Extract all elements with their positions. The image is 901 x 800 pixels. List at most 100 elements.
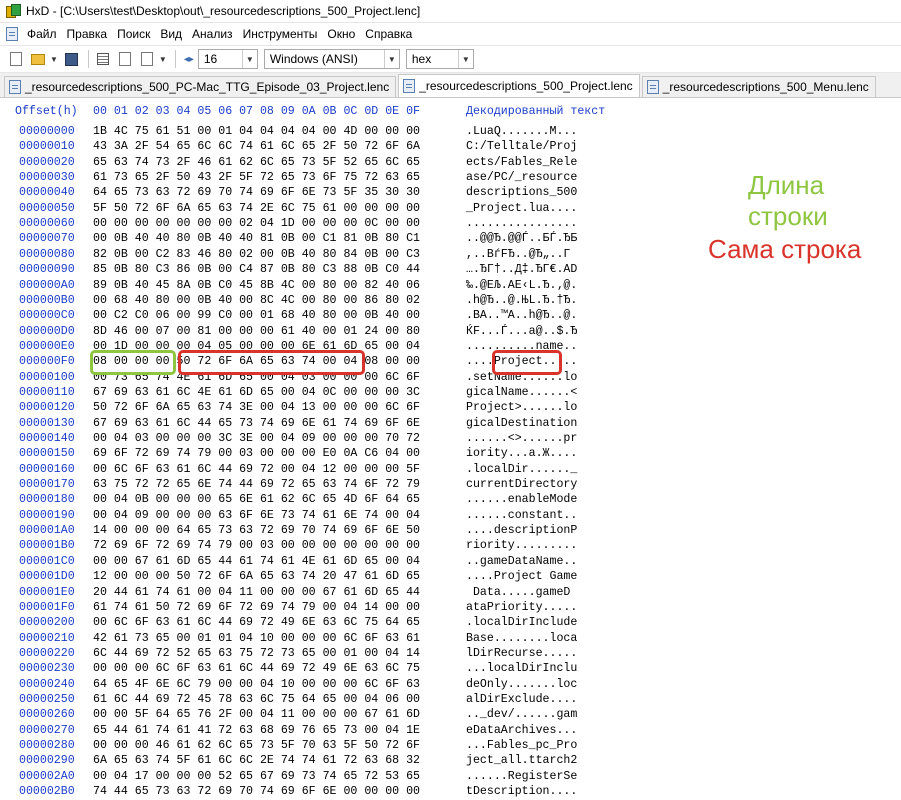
row-hex-bytes[interactable]: 82 0B 00 C2 83 46 80 02 00 0B 40 80 84 0… <box>93 247 420 262</box>
row-decoded-text[interactable]: .LuaQ.......M... <box>466 124 577 139</box>
row-decoded-text[interactable]: ,..BѓFЂ..@Ђ„..Г <box>466 247 570 262</box>
properties-button[interactable] <box>137 49 157 69</box>
row-hex-bytes[interactable]: 42 61 73 65 00 01 01 04 10 00 00 00 6C 6… <box>93 631 420 646</box>
chevron-down-icon[interactable]: ▼ <box>383 50 399 68</box>
row-decoded-text[interactable]: eDataArchives... <box>466 723 577 738</box>
row-decoded-text[interactable]: ects/Fables_Rele <box>466 155 577 170</box>
row-hex-bytes[interactable]: 5F 50 72 6F 6A 65 63 74 2E 6C 75 61 00 0… <box>93 201 420 216</box>
row-hex-bytes[interactable]: 14 00 00 00 64 65 73 63 72 69 70 74 69 6… <box>93 523 420 538</box>
row-hex-bytes[interactable]: 00 00 5F 64 65 76 2F 00 04 11 00 00 00 6… <box>93 707 420 722</box>
tab-project[interactable]: _resourcedescriptions_500_Project.lenc <box>398 74 640 97</box>
row-decoded-text[interactable]: gicalName......< <box>466 385 577 400</box>
row-decoded-text[interactable]: ......RegisterSe <box>466 769 577 784</box>
row-hex-bytes[interactable]: 67 69 63 61 6C 4E 61 6D 65 00 04 0C 00 0… <box>93 385 420 400</box>
row-decoded-text[interactable]: ....Project Game <box>466 569 577 584</box>
row-decoded-text[interactable]: ......constant.. <box>466 508 577 523</box>
row-hex-bytes[interactable]: 64 65 4F 6E 6C 79 00 00 04 10 00 00 00 6… <box>93 677 420 692</box>
row-hex-bytes[interactable]: 85 0B 80 C3 86 0B 00 C4 87 0B 80 C3 88 0… <box>93 262 420 277</box>
menu-search[interactable]: Поиск <box>112 24 155 44</box>
menu-analysis[interactable]: Анализ <box>187 24 238 44</box>
row-decoded-text[interactable]: Data.....gameD <box>466 585 570 600</box>
row-hex-bytes[interactable]: 69 6F 72 69 74 79 00 03 00 00 00 E0 0A C… <box>93 446 420 461</box>
row-hex-bytes[interactable]: 00 6C 6F 63 61 6C 44 69 72 00 04 12 00 0… <box>93 462 420 477</box>
row-decoded-text[interactable]: alDirExclude.... <box>466 692 577 707</box>
row-decoded-text[interactable]: ase/PC/_resource <box>466 170 577 185</box>
row-hex-bytes[interactable]: 12 00 00 00 50 72 6F 6A 65 63 74 20 47 6… <box>93 569 420 584</box>
row-decoded-text[interactable]: ЌF...Ѓ...a@..$.Ђ <box>466 324 577 339</box>
row-hex-bytes[interactable]: 61 73 65 2F 50 43 2F 5F 72 65 73 6F 75 7… <box>93 170 420 185</box>
row-hex-bytes[interactable]: 65 63 74 73 2F 46 61 62 6C 65 73 5F 52 6… <box>93 155 420 170</box>
row-decoded-text[interactable]: ......<>......pr <box>466 431 577 446</box>
row-hex-bytes[interactable]: 20 44 61 74 61 00 04 11 00 00 00 67 61 6… <box>93 585 420 600</box>
row-hex-bytes[interactable]: 43 3A 2F 54 65 6C 6C 74 61 6C 65 2F 50 7… <box>93 139 420 154</box>
row-hex-bytes[interactable]: 72 69 6F 72 69 74 79 00 03 00 00 00 00 0… <box>93 538 420 553</box>
row-hex-bytes[interactable]: 00 00 00 00 00 00 00 02 04 1D 00 00 00 0… <box>93 216 420 231</box>
row-hex-bytes[interactable]: 00 C2 C0 06 00 99 C0 00 01 68 40 80 00 0… <box>93 308 420 323</box>
row-decoded-text[interactable]: .BA..™A..h@Ђ..@. <box>466 308 577 323</box>
row-decoded-text[interactable]: .localDirInclude <box>466 615 577 630</box>
row-hex-bytes[interactable]: 50 72 6F 6A 65 63 74 3E 00 04 13 00 00 0… <box>93 400 420 415</box>
row-decoded-text[interactable]: riority......... <box>466 538 577 553</box>
row-hex-bytes[interactable]: 00 04 17 00 00 00 52 65 67 69 73 74 65 7… <box>93 769 420 784</box>
print-button[interactable] <box>115 49 135 69</box>
new-file-button[interactable] <box>6 49 26 69</box>
row-decoded-text[interactable]: descriptions_500 <box>466 185 577 200</box>
row-decoded-text[interactable]: ….ЂГ†..Д‡.ЂГ€.АD <box>466 262 577 277</box>
row-hex-bytes[interactable]: 61 74 61 50 72 69 6F 72 69 74 79 00 04 1… <box>93 600 420 615</box>
row-decoded-text[interactable]: currentDirectory <box>466 477 577 492</box>
row-hex-bytes[interactable]: 00 00 00 46 61 62 6C 65 73 5F 70 63 5F 5… <box>93 738 420 753</box>
open-file-button[interactable] <box>28 49 48 69</box>
menu-tools[interactable]: Инструменты <box>238 24 323 44</box>
offset-base-select[interactable]: hex ▼ <box>405 49 474 69</box>
row-hex-bytes[interactable]: 63 75 72 72 65 6E 74 44 69 72 65 63 74 6… <box>93 477 420 492</box>
hex-editor[interactable]: Offset(h) 00 01 02 03 04 05 06 07 08 09 … <box>0 98 901 800</box>
row-decoded-text[interactable]: lDirRecurse..... <box>466 646 577 661</box>
row-decoded-text[interactable]: ataPriority..... <box>466 600 577 615</box>
tab-menu[interactable]: _resourcedescriptions_500_Menu.lenc <box>641 76 876 97</box>
row-hex-bytes[interactable]: 67 69 63 61 6C 44 65 73 74 69 6E 61 74 6… <box>93 416 420 431</box>
row-hex-bytes[interactable]: 00 04 0B 00 00 00 65 6E 61 62 6C 65 4D 6… <box>93 492 420 507</box>
row-decoded-text[interactable]: C:/Telltale/Proj <box>466 139 577 154</box>
row-decoded-text[interactable]: Project>......lo <box>466 400 577 415</box>
row-decoded-text[interactable]: ..gameDataName.. <box>466 554 577 569</box>
tab-episode-03-project[interactable]: _resourcedescriptions_500_PC-Mac_TTG_Epi… <box>4 76 397 97</box>
row-decoded-text[interactable]: ...Fables_pc_Pro <box>466 738 577 753</box>
row-decoded-text[interactable]: _Project.lua.... <box>466 201 577 216</box>
row-decoded-text[interactable]: ject_all.ttarch2 <box>466 753 577 768</box>
menu-window[interactable]: Окно <box>322 24 360 44</box>
bytes-per-row-select[interactable]: 16 ▼ <box>197 49 258 69</box>
row-hex-bytes[interactable]: 00 0B 40 40 80 0B 40 40 81 0B 00 C1 81 0… <box>93 231 420 246</box>
row-hex-bytes[interactable]: 8D 46 00 07 00 81 00 00 00 61 40 00 01 2… <box>93 324 420 339</box>
row-hex-bytes[interactable]: 00 04 09 00 00 00 63 6F 6E 73 74 61 6E 7… <box>93 508 420 523</box>
layout-button[interactable] <box>93 49 113 69</box>
row-decoded-text[interactable]: ....descriptionP <box>466 523 577 538</box>
row-hex-bytes[interactable]: 6C 44 69 72 52 65 63 75 72 73 65 00 01 0… <box>93 646 420 661</box>
menu-help[interactable]: Справка <box>360 24 417 44</box>
row-hex-bytes[interactable]: 65 44 61 74 61 41 72 63 68 69 76 65 73 0… <box>93 723 420 738</box>
open-dropdown-arrow-icon[interactable]: ▼ <box>50 55 58 64</box>
row-decoded-text[interactable]: ...localDirInclu <box>466 661 577 676</box>
row-decoded-text[interactable]: .localDir......_ <box>466 462 577 477</box>
row-hex-bytes[interactable]: 00 00 67 61 6D 65 44 61 74 61 4E 61 6D 6… <box>93 554 420 569</box>
row-decoded-text[interactable]: Base........loca <box>466 631 577 646</box>
chevron-down-icon[interactable]: ▼ <box>241 50 257 68</box>
row-decoded-text[interactable]: gicalDestination <box>466 416 577 431</box>
chevron-down-icon[interactable]: ▼ <box>457 50 473 68</box>
row-decoded-text[interactable]: ‰.@EЉ.AE‹L.Ђ.‚@. <box>466 278 577 293</box>
row-decoded-text[interactable]: tDescription.... <box>466 784 577 799</box>
row-decoded-text[interactable]: ................ <box>466 216 577 231</box>
menu-edit[interactable]: Правка <box>62 24 113 44</box>
menu-view[interactable]: Вид <box>155 24 187 44</box>
row-hex-bytes[interactable]: 74 44 65 73 63 72 69 70 74 69 6F 6E 00 0… <box>93 784 420 799</box>
menu-file[interactable]: Файл <box>22 24 62 44</box>
row-hex-bytes[interactable]: 6A 65 63 74 5F 61 6C 6C 2E 74 74 61 72 6… <box>93 753 420 768</box>
row-hex-bytes[interactable]: 00 00 00 6C 6F 63 61 6C 44 69 72 49 6E 6… <box>93 661 420 676</box>
row-hex-bytes[interactable]: 61 6C 44 69 72 45 78 63 6C 75 64 65 00 0… <box>93 692 420 707</box>
properties-dropdown-arrow-icon[interactable]: ▼ <box>159 55 167 64</box>
row-decoded-text[interactable]: deOnly.......loc <box>466 677 577 692</box>
row-decoded-text[interactable]: .h@Ђ..@.ЊL.Ђ.†Ђ. <box>466 293 577 308</box>
row-decoded-text[interactable]: ..@@Ђ.@@Ѓ..БЃ.ЂБ <box>466 231 577 246</box>
row-hex-bytes[interactable]: 64 65 73 63 72 69 70 74 69 6F 6E 73 5F 3… <box>93 185 420 200</box>
save-button[interactable] <box>62 49 82 69</box>
row-decoded-text[interactable]: ......enableMode <box>466 492 577 507</box>
